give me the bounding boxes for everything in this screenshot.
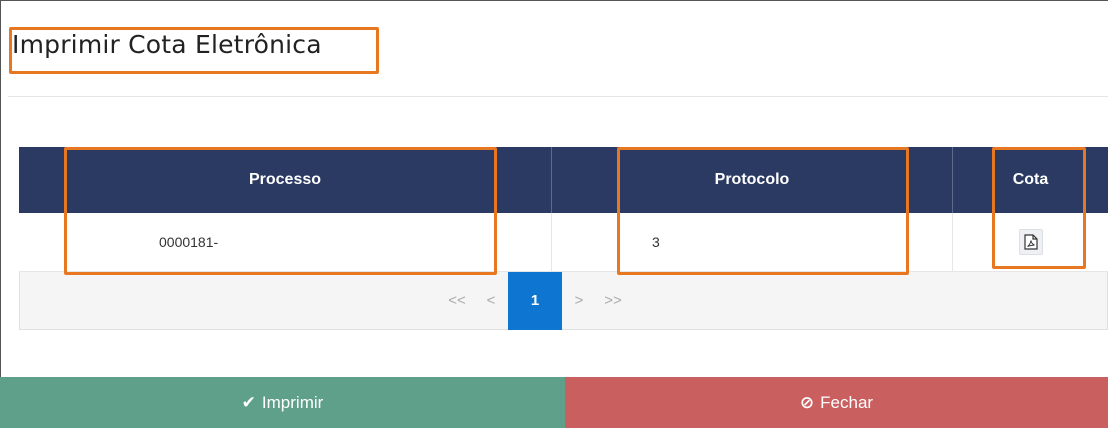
cell-protocolo: 3 — [552, 213, 953, 271]
column-header-protocolo[interactable]: Protocolo — [552, 147, 953, 213]
grid-header: Processo Protocolo Cota — [19, 147, 1108, 213]
close-button-label: Fechar — [820, 392, 874, 412]
close-button[interactable]: ⊘ Fechar — [565, 377, 1108, 428]
cell-processo: 0000181- — [19, 213, 552, 271]
pagination: << < 1 > >> — [19, 271, 1108, 330]
page-prev-button[interactable]: < — [474, 281, 508, 321]
pdf-download-button[interactable] — [1019, 229, 1043, 255]
column-header-cota[interactable]: Cota — [953, 147, 1108, 213]
dialog-title: Imprimir Cota Eletrônica — [12, 30, 322, 59]
page-first-button[interactable]: << — [440, 281, 474, 321]
header-divider — [8, 96, 1108, 97]
print-button-label: Imprimir — [261, 392, 324, 412]
dialog-footer: ✔ Imprimir ⊘ Fechar — [0, 377, 1108, 428]
page-last-button[interactable]: >> — [596, 281, 630, 321]
page-current-button[interactable]: 1 — [508, 271, 562, 330]
ban-icon: ⊘ — [799, 392, 815, 412]
page-next-button[interactable]: > — [562, 281, 596, 321]
cota-grid: Processo Protocolo Cota 0000181- 3 << < … — [19, 147, 1108, 330]
pdf-icon — [1024, 234, 1038, 250]
table-row: 0000181- 3 — [19, 213, 1108, 272]
check-icon: ✔ — [241, 392, 256, 412]
cell-cota — [953, 213, 1108, 271]
print-button[interactable]: ✔ Imprimir — [0, 377, 565, 428]
column-header-processo[interactable]: Processo — [19, 147, 552, 213]
